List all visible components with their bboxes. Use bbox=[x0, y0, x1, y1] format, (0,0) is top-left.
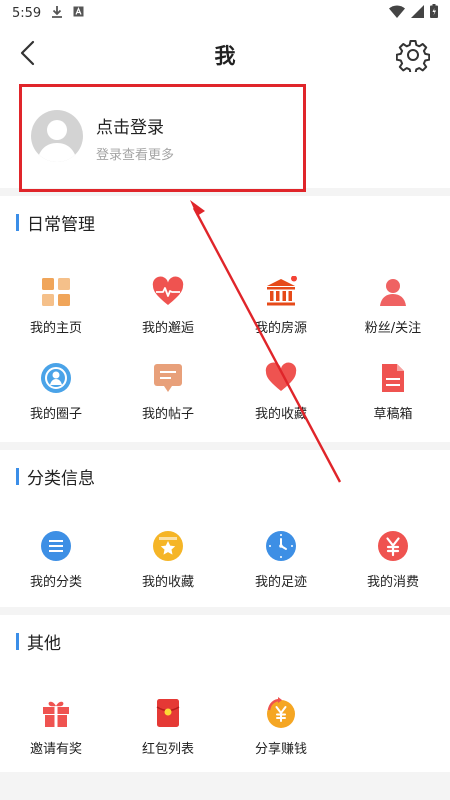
highlight-annotation-box bbox=[19, 84, 306, 192]
grid-item-fans-follow[interactable]: 粉丝/关注 bbox=[337, 276, 449, 346]
message-icon bbox=[152, 362, 184, 394]
grid-item-label: 邀请有奖 bbox=[29, 742, 82, 757]
red-envelope-icon bbox=[152, 697, 184, 729]
grid-item-label: 粉丝/关注 bbox=[364, 321, 422, 336]
section-daily: 日常管理 我的主页 我的邂逅 我的房源 粉丝/关注 我的圈子 我的帖子 我的收藏… bbox=[0, 196, 450, 442]
yen-icon bbox=[377, 530, 409, 562]
grid-item-label: 我的主页 bbox=[29, 321, 82, 336]
page-title: 我 bbox=[214, 44, 236, 68]
grid-icon bbox=[40, 276, 72, 308]
wifi-icon bbox=[389, 5, 405, 22]
person-icon bbox=[377, 276, 409, 308]
share-money-icon bbox=[265, 697, 297, 729]
grid-item-my-encounters[interactable]: 我的邂逅 bbox=[112, 276, 224, 346]
grid-item-my-circles[interactable]: 我的圈子 bbox=[0, 362, 112, 432]
grid-item-my-favorites[interactable]: 我的收藏 bbox=[225, 362, 337, 432]
status-bar: 5:59 bbox=[0, 0, 450, 26]
grid-item-label: 我的分类 bbox=[29, 575, 82, 590]
grid-item-label: 我的房源 bbox=[254, 321, 307, 336]
section-category: 分类信息 我的分类 我的收藏 我的足迹 我的消费 bbox=[0, 450, 450, 607]
star-icon bbox=[152, 530, 184, 562]
gear-icon bbox=[395, 40, 431, 76]
signal-icon bbox=[411, 4, 424, 22]
grid-item-label: 我的帖子 bbox=[141, 407, 194, 422]
grid-item-red-envelope-list[interactable]: 红包列表 bbox=[112, 697, 224, 767]
grid-item-drafts[interactable]: 草稿箱 bbox=[337, 362, 449, 432]
grid-item-label: 我的收藏 bbox=[254, 407, 307, 422]
grid-item-category-favorites[interactable]: 我的收藏 bbox=[112, 530, 224, 600]
heartbeat-icon bbox=[152, 276, 184, 308]
section-title-text: 日常管理 bbox=[27, 214, 95, 235]
section-title-text: 分类信息 bbox=[27, 468, 95, 489]
grid-item-my-properties[interactable]: 我的房源 bbox=[225, 275, 337, 346]
settings-button[interactable] bbox=[395, 38, 431, 75]
grid-item-label: 我的邂逅 bbox=[141, 321, 194, 336]
grid-item-label: 草稿箱 bbox=[373, 407, 413, 422]
clock-icon bbox=[265, 530, 297, 562]
section-title: 分类信息 bbox=[16, 466, 95, 489]
status-time: 5:59 bbox=[12, 5, 42, 21]
heart-icon bbox=[265, 362, 297, 394]
grid-item-label: 我的圈子 bbox=[29, 407, 82, 422]
grid-item-label: 红包列表 bbox=[141, 742, 194, 757]
list-icon bbox=[40, 530, 72, 562]
nav-bar: 我 bbox=[0, 26, 450, 84]
grid-item-share-earn[interactable]: 分享赚钱 bbox=[225, 697, 337, 767]
grid-item-my-footprints[interactable]: 我的足迹 bbox=[225, 530, 337, 600]
grid-item-my-posts[interactable]: 我的帖子 bbox=[112, 362, 224, 432]
grid-item-my-spending[interactable]: 我的消费 bbox=[337, 530, 449, 600]
grid-item-label: 我的收藏 bbox=[141, 575, 194, 590]
grid-item-my-homepage[interactable]: 我的主页 bbox=[0, 276, 112, 346]
section-title: 日常管理 bbox=[16, 212, 95, 235]
grid-item-invite-reward[interactable]: 邀请有奖 bbox=[0, 697, 112, 767]
circle-icon bbox=[40, 362, 72, 394]
back-button[interactable] bbox=[10, 38, 44, 72]
grid-item-my-categories[interactable]: 我的分类 bbox=[0, 530, 112, 600]
gift-icon bbox=[40, 697, 72, 729]
download-icon bbox=[51, 5, 63, 22]
battery-icon bbox=[430, 4, 438, 22]
document-icon bbox=[377, 362, 409, 394]
section-title-text: 其他 bbox=[27, 633, 61, 654]
grid-item-label: 我的消费 bbox=[366, 575, 419, 590]
grid-item-label: 我的足迹 bbox=[254, 575, 307, 590]
app-notification-icon bbox=[73, 6, 84, 21]
section-title: 其他 bbox=[16, 631, 61, 654]
grid-item-label: 分享赚钱 bbox=[254, 742, 307, 757]
building-icon bbox=[265, 275, 297, 308]
section-other: 其他 邀请有奖 红包列表 分享赚钱 bbox=[0, 615, 450, 772]
chevron-left-icon bbox=[19, 40, 35, 70]
